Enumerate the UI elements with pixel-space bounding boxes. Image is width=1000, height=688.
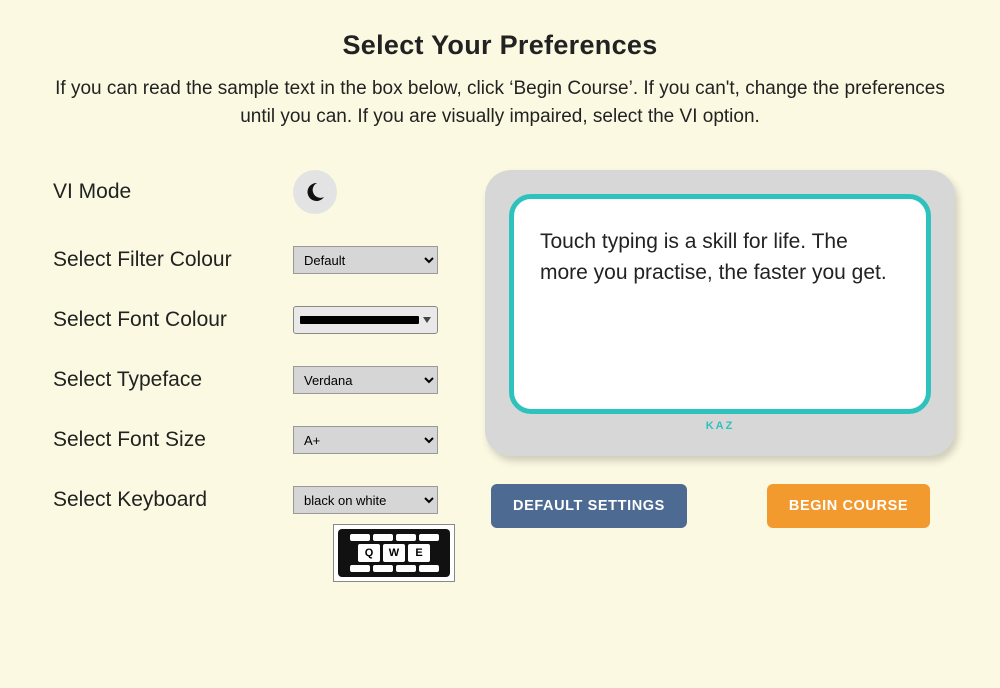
preferences-panel: VI Mode Select Filter Colour Default — [45, 170, 455, 582]
font-size-select[interactable]: A+ — [293, 426, 438, 454]
page-subtitle: If you can read the sample text in the b… — [55, 75, 945, 130]
keyboard-label: Select Keyboard — [53, 488, 293, 512]
preview-brand: KAZ — [509, 420, 931, 432]
filter-colour-label: Select Filter Colour — [53, 248, 293, 272]
sample-text: Touch typing is a skill for life. The mo… — [540, 230, 887, 283]
keyboard-preview: Q W E — [333, 524, 455, 582]
font-size-label: Select Font Size — [53, 428, 293, 452]
typeface-label: Select Typeface — [53, 368, 293, 392]
vi-mode-toggle[interactable] — [293, 170, 337, 214]
font-colour-label: Select Font Colour — [53, 308, 293, 332]
font-colour-select[interactable] — [293, 306, 438, 334]
keyboard-key: W — [383, 544, 405, 562]
vi-mode-label: VI Mode — [53, 180, 293, 204]
begin-course-button[interactable]: BEGIN COURSE — [767, 484, 930, 528]
moon-icon — [303, 180, 327, 204]
keyboard-select[interactable]: black on white — [293, 486, 438, 514]
page-title: Select Your Preferences — [45, 30, 955, 61]
default-settings-button[interactable]: DEFAULT SETTINGS — [491, 484, 687, 528]
filter-colour-select[interactable]: Default — [293, 246, 438, 274]
keyboard-key: Q — [358, 544, 380, 562]
sample-preview-frame: Touch typing is a skill for life. The mo… — [485, 170, 955, 456]
keyboard-key: E — [408, 544, 430, 562]
typeface-select[interactable]: Verdana — [293, 366, 438, 394]
font-colour-swatch — [300, 316, 419, 324]
sample-text-box: Touch typing is a skill for life. The mo… — [509, 194, 931, 414]
